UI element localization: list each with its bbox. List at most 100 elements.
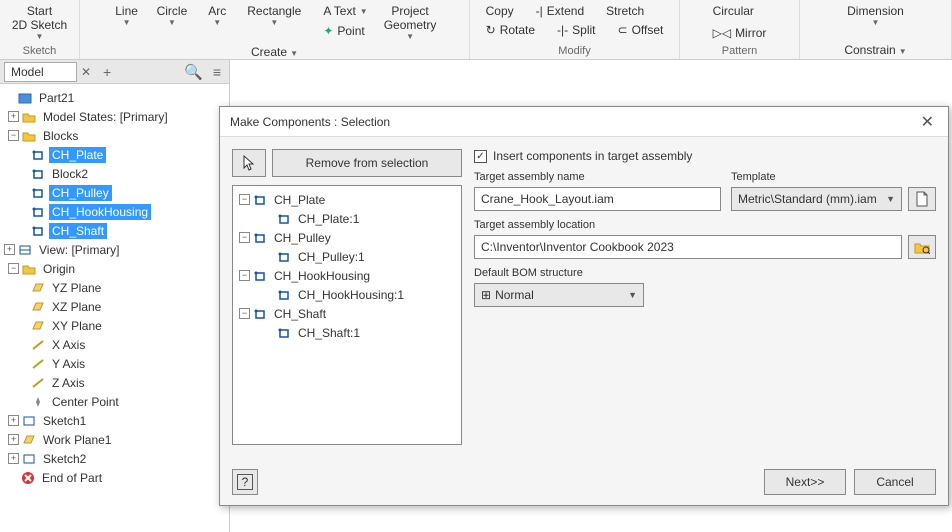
template-combo[interactable]: Metric\Standard (mm).iam▼ (731, 187, 902, 211)
origin-item-icon (30, 300, 46, 314)
next-button[interactable]: Next>> (764, 469, 846, 495)
expand-icon[interactable]: + (4, 244, 15, 255)
checkbox-icon[interactable]: ✓ (474, 150, 487, 163)
tree-sketch2[interactable]: +Sketch2 (2, 449, 227, 468)
rectangle-button[interactable]: Rectangle▼ (241, 2, 307, 29)
selection-tree-node[interactable]: −CH_Pulley (237, 228, 457, 247)
tree-origin-item[interactable]: Z Axis (2, 373, 227, 392)
point-button[interactable]: ✦Point (317, 22, 373, 40)
block-icon (252, 269, 268, 283)
tree-origin[interactable]: −Origin (2, 259, 227, 278)
tree-label: Center Point (49, 394, 122, 410)
tree-block-item[interactable]: CH_Shaft (2, 221, 227, 240)
split-button[interactable]: -|- Split (551, 21, 601, 39)
tree-blocks[interactable]: −Blocks (2, 126, 227, 145)
sketch-icon (21, 414, 37, 428)
hamburger-icon[interactable]: ≡ (209, 64, 225, 80)
collapse-icon[interactable]: − (239, 194, 250, 205)
bom-structure-combo[interactable]: ⊞Normal▼ (474, 283, 644, 307)
ribbon: Start 2D Sketch▼ Sketch Line▼ Circle▼ Ar… (0, 0, 952, 60)
tree-block-item[interactable]: Block2 (2, 164, 227, 183)
tree-model-states[interactable]: +Model States: [Primary] (2, 107, 227, 126)
target-assembly-name-label: Target assembly name (474, 171, 721, 183)
tree-block-item[interactable]: CH_Pulley (2, 183, 227, 202)
browser-tree: Part21 +Model States: [Primary] −Blocks … (0, 84, 229, 532)
extend-button[interactable]: -| Extend (530, 2, 590, 20)
target-assembly-name-input[interactable]: Crane_Hook_Layout.iam (474, 187, 721, 211)
selection-tree-child[interactable]: CH_Pulley:1 (237, 247, 457, 266)
expand-icon[interactable]: + (8, 415, 19, 426)
tree-label: CH_Shaft (49, 223, 107, 239)
block-icon (252, 193, 268, 207)
tree-origin-item[interactable]: Y Axis (2, 354, 227, 373)
circle-button[interactable]: Circle▼ (151, 2, 194, 29)
search-icon[interactable]: 🔍 (178, 63, 209, 81)
tree-end-of-part[interactable]: End of Part (2, 468, 227, 487)
collapse-icon[interactable]: − (239, 270, 250, 281)
tree-block-item[interactable]: CH_HookHousing (2, 202, 227, 221)
tree-label: Part21 (36, 90, 77, 106)
select-cursor-button[interactable] (232, 149, 266, 177)
stretch-button[interactable]: Stretch (600, 2, 650, 20)
block-icon (276, 250, 292, 264)
cancel-button[interactable]: Cancel (854, 469, 936, 495)
help-icon: ? (237, 474, 254, 490)
browse-location-button[interactable] (908, 235, 936, 259)
project-geometry-label: Project Geometry (384, 4, 437, 32)
arc-button[interactable]: Arc▼ (197, 2, 237, 29)
tree-root[interactable]: Part21 (2, 88, 227, 107)
circular-button[interactable]: Circular (707, 2, 760, 20)
selection-tree-child[interactable]: CH_Plate:1 (237, 209, 457, 228)
tree-view[interactable]: +View: [Primary] (2, 240, 227, 259)
copy-button[interactable]: Copy (480, 2, 520, 20)
expand-icon[interactable]: + (8, 453, 19, 464)
collapse-icon[interactable]: − (239, 308, 250, 319)
mirror-button[interactable]: ▷◁ Mirror (707, 24, 773, 42)
remove-from-selection-button[interactable]: Remove from selection (272, 149, 462, 177)
tree-origin-item[interactable]: XZ Plane (2, 297, 227, 316)
close-icon[interactable]: ✕ (917, 112, 938, 132)
selection-tree-node[interactable]: −CH_Shaft (237, 304, 457, 323)
dimension-button[interactable]: Dimension▼ (841, 2, 910, 29)
tree-origin-item[interactable]: X Axis (2, 335, 227, 354)
collapse-icon[interactable]: − (239, 232, 250, 243)
text-button[interactable]: A Text▼ (317, 2, 373, 20)
rotate-button[interactable]: ↻ Rotate (480, 21, 541, 39)
tree-origin-item[interactable]: YZ Plane (2, 278, 227, 297)
selection-tree-node[interactable]: −CH_HookHousing (237, 266, 457, 285)
selection-tree-node[interactable]: −CH_Plate (237, 190, 457, 209)
tree-label: XY Plane (49, 318, 105, 334)
help-button[interactable]: ? (232, 469, 258, 495)
collapse-icon[interactable]: − (8, 263, 19, 274)
view-icon (17, 243, 33, 257)
tree-block-item[interactable]: CH_Plate (2, 145, 227, 164)
close-tab-icon[interactable]: ✕ (77, 65, 95, 79)
combo-value: Normal (495, 288, 534, 302)
project-geometry-button[interactable]: Project Geometry▼ (378, 2, 443, 43)
collapse-icon[interactable]: − (8, 130, 19, 141)
new-template-button[interactable] (908, 187, 936, 211)
selection-tree-child[interactable]: CH_HookHousing:1 (237, 285, 457, 304)
expand-icon[interactable]: + (8, 434, 19, 445)
offset-button[interactable]: ⊂ Offset (612, 21, 670, 39)
part-icon (17, 91, 33, 105)
create-group-label: Create ▼ (251, 43, 298, 61)
chevron-down-icon: ▼ (628, 290, 637, 300)
pattern-group-label: Pattern (722, 43, 757, 59)
selection-tree[interactable]: −CH_PlateCH_Plate:1−CH_PulleyCH_Pulley:1… (232, 185, 462, 445)
start-2d-sketch-button[interactable]: Start 2D Sketch▼ (6, 2, 73, 43)
add-tab-icon[interactable]: + (95, 64, 119, 80)
target-assembly-location-input[interactable]: C:\Inventor\Inventor Cookbook 2023 (474, 235, 902, 259)
line-button[interactable]: Line▼ (107, 2, 147, 29)
modify-group-label: Modify (558, 43, 590, 59)
tree-workplane1[interactable]: +Work Plane1 (2, 430, 227, 449)
origin-item-icon (30, 319, 46, 333)
browser-tab-model[interactable]: Model (4, 62, 77, 82)
insert-components-checkbox-row[interactable]: ✓ Insert components in target assembly (474, 149, 936, 163)
selection-tree-child[interactable]: CH_Shaft:1 (237, 323, 457, 342)
tree-label: CH_Shaft:1 (295, 325, 363, 341)
tree-sketch1[interactable]: +Sketch1 (2, 411, 227, 430)
tree-origin-item[interactable]: Center Point (2, 392, 227, 411)
expand-icon[interactable]: + (8, 111, 19, 122)
tree-origin-item[interactable]: XY Plane (2, 316, 227, 335)
